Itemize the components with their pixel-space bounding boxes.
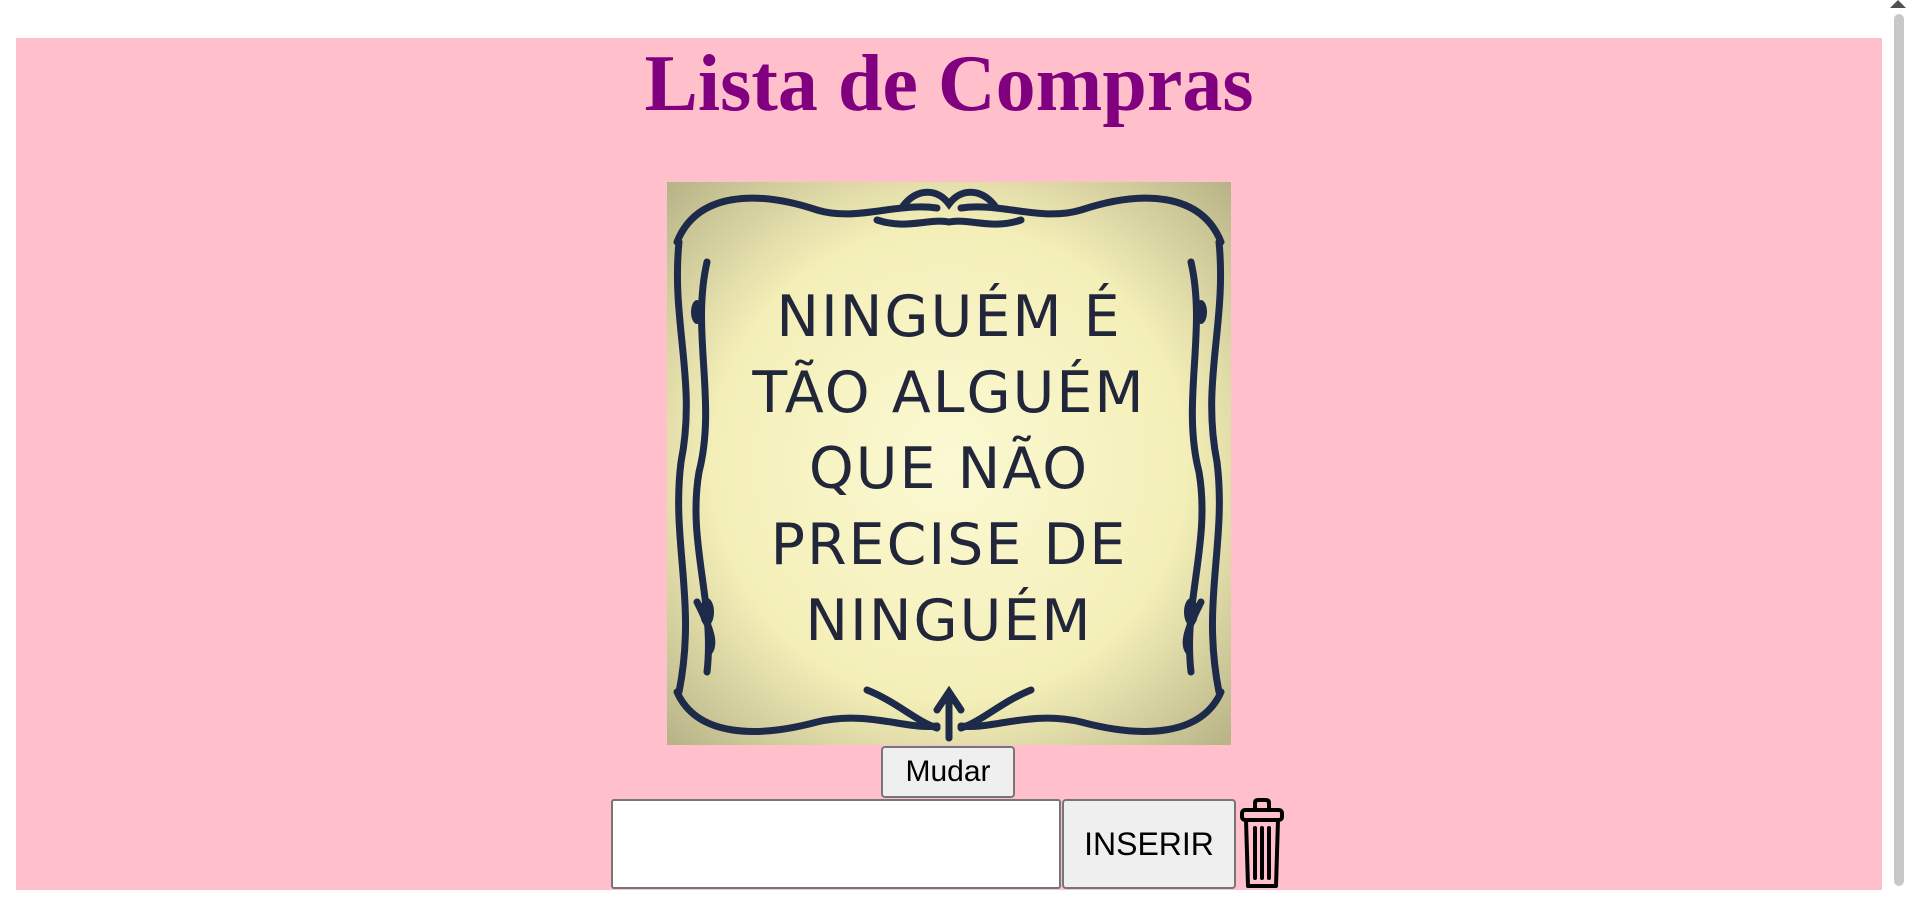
scroll-thumb[interactable] [1894, 14, 1904, 886]
scroll-up-icon[interactable] [1890, 0, 1906, 8]
quote-text: NINGUÉM É TÃO ALGUÉM QUE NÃO PRECISE DE … [667, 279, 1231, 659]
item-input[interactable] [611, 799, 1061, 889]
quote-line: NINGUÉM [805, 588, 1093, 654]
quote-line: PRECISE DE [770, 512, 1128, 578]
quote-image: NINGUÉM É TÃO ALGUÉM QUE NÃO PRECISE DE … [667, 182, 1231, 745]
quote-line: QUE NÃO [808, 436, 1090, 502]
page-container: Lista de Compras NINGUÉM É TÃO ALGUÉM QU… [16, 38, 1882, 890]
page-title: Lista de Compras [644, 40, 1254, 128]
quote-line: TÃO ALGUÉM [752, 360, 1146, 426]
trash-icon[interactable] [1238, 798, 1286, 890]
insert-button[interactable]: INSERIR [1062, 799, 1236, 889]
scrollbar[interactable] [1882, 0, 1910, 900]
change-image-button[interactable]: Mudar [881, 746, 1015, 798]
quote-line: NINGUÉM É [776, 284, 1122, 350]
